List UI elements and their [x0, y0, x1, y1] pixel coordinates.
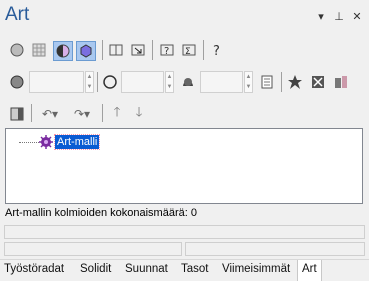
redo-icon[interactable]: ↷▾: [68, 105, 96, 123]
mesh-grid-icon[interactable]: [30, 41, 48, 59]
tree-connector: [19, 142, 39, 143]
sphere-shaded-icon[interactable]: [8, 41, 26, 59]
toolbar-separator: [203, 40, 204, 60]
help-icon[interactable]: ?: [208, 41, 226, 59]
query-icon[interactable]: ?: [158, 41, 176, 59]
undo-icon[interactable]: ↶▾: [36, 105, 64, 123]
status-bar-1: [4, 225, 365, 239]
material-icon: [179, 73, 197, 91]
radius-spinner[interactable]: ▲ ▼: [165, 71, 174, 93]
size-input[interactable]: [29, 71, 84, 93]
toolbar-separator: [97, 72, 98, 92]
star-tool-icon[interactable]: [286, 73, 304, 91]
tab-toolpaths[interactable]: Työstöradat: [4, 263, 64, 275]
blend-view-icon[interactable]: [53, 41, 73, 61]
size-icon: [8, 73, 26, 91]
material-spinner[interactable]: ▲ ▼: [244, 71, 253, 93]
split-view-icon[interactable]: [107, 41, 125, 59]
panel-title: Art: [5, 4, 30, 25]
clipboard-icon[interactable]: [332, 73, 350, 91]
layer-panel-icon[interactable]: [8, 105, 26, 123]
toolbar-row-3: ↶▾ ↷▾ 🡑 🡓: [0, 102, 369, 126]
tree-item-art-model[interactable]: Art-malli: [53, 134, 101, 150]
tab-recent[interactable]: Viimeisimmät: [222, 263, 290, 275]
panel-titlebar: Art ▾ ⊥ ✕: [0, 0, 369, 34]
toolbar-separator: [102, 104, 103, 122]
toolbar-separator: [152, 40, 153, 60]
toolbar-separator: [281, 72, 282, 92]
tab-directions[interactable]: Suunnat: [125, 263, 168, 275]
material-input[interactable]: [200, 71, 243, 93]
export-arrow-icon[interactable]: [129, 41, 147, 59]
document-list-icon[interactable]: [258, 73, 276, 91]
move-up-icon[interactable]: 🡑: [108, 104, 126, 123]
toolbar-row-2: ▲ ▼ ▲ ▼ ▲ ▼: [0, 70, 369, 96]
triangle-count-status: Art-mallin kolmioiden kokonaismäärä: 0: [5, 207, 197, 219]
art-model-tree[interactable]: Art-malli: [5, 128, 363, 204]
solid-view-icon[interactable]: [76, 41, 96, 61]
status-bar-3: [185, 242, 365, 256]
move-down-icon[interactable]: 🡓: [130, 104, 148, 123]
radius-icon: [101, 73, 119, 91]
radius-input[interactable]: [121, 71, 164, 93]
statistics-icon[interactable]: Σ: [180, 41, 198, 59]
status-bar-2: [4, 242, 182, 256]
svg-text:Σ: Σ: [185, 47, 191, 57]
delete-shape-icon[interactable]: [309, 73, 327, 91]
svg-text:?: ?: [164, 46, 169, 57]
toolbar-separator: [31, 104, 32, 122]
tab-art[interactable]: Art: [297, 260, 322, 281]
size-spinner[interactable]: ▲ ▼: [85, 71, 94, 93]
toolbar-row-1: ? Σ ?: [0, 38, 369, 64]
toolbar-separator: [102, 40, 103, 60]
explorer-tabs: Työstöradat Solidit Suunnat Tasot Viimei…: [0, 259, 369, 281]
panel-pin-icon[interactable]: ⊥: [333, 10, 345, 23]
art-model-icon: [37, 133, 55, 151]
panel-dropdown-icon[interactable]: ▾: [315, 10, 327, 23]
tab-solids[interactable]: Solidit: [80, 263, 111, 275]
tab-planes[interactable]: Tasot: [181, 263, 209, 275]
svg-text:?: ?: [213, 44, 220, 58]
panel-close-icon[interactable]: ✕: [351, 10, 363, 23]
